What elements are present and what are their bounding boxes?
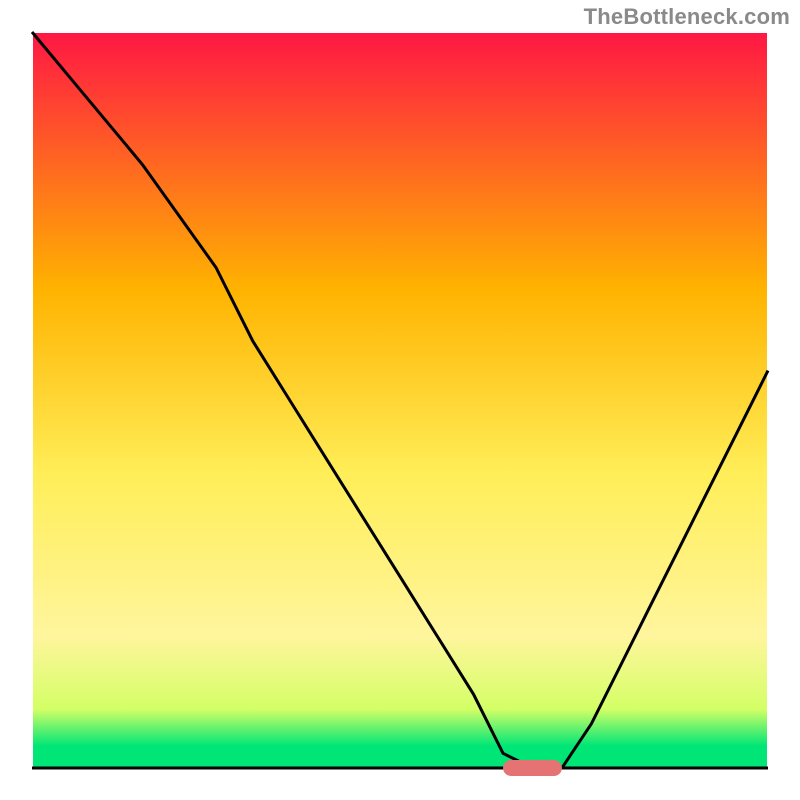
- bottleneck-chart: [0, 0, 800, 800]
- plot-background: [32, 32, 768, 768]
- optimal-marker: [503, 760, 562, 776]
- chart-container: TheBottleneck.com: [0, 0, 800, 800]
- attribution-label: TheBottleneck.com: [584, 4, 790, 30]
